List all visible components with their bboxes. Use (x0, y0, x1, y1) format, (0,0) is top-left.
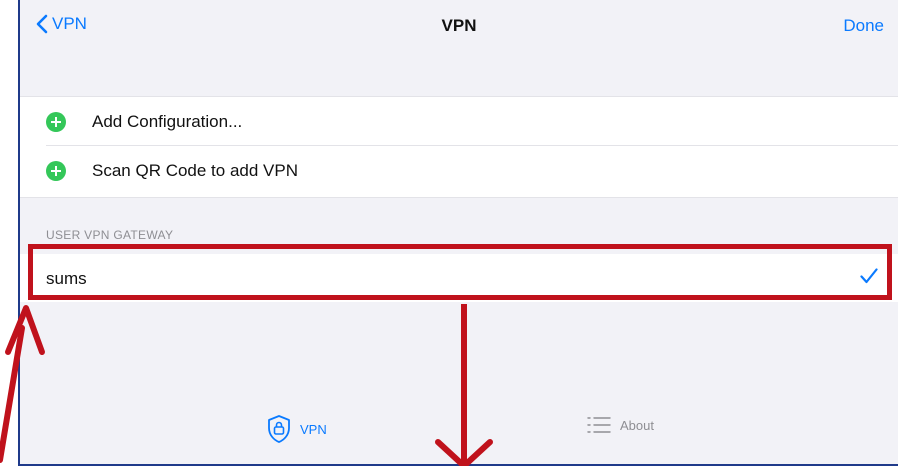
done-button[interactable]: Done (843, 16, 884, 36)
add-vpn-options: Add Configuration... Scan QR Code to add… (20, 96, 898, 198)
add-configuration-label: Add Configuration... (92, 111, 243, 131)
list-icon (587, 417, 611, 433)
add-icon (46, 160, 66, 181)
scan-qr-code-label: Scan QR Code to add VPN (92, 160, 299, 180)
tab-vpn-label: VPN (300, 421, 327, 437)
gateway-label: sums (46, 269, 87, 288)
tab-vpn[interactable]: VPN (266, 414, 327, 444)
checkmark-icon (860, 268, 878, 284)
gateway-row[interactable]: sums (20, 254, 898, 302)
tab-bar: VPN About (20, 394, 898, 464)
add-configuration-row[interactable]: Add Configuration... (20, 97, 898, 146)
tab-about-label: About (620, 417, 654, 433)
vpn-settings-screen: VPN VPN Done Add Configuration... Scan Q… (18, 0, 898, 466)
page-title: VPN (441, 16, 477, 35)
navigation-bar: VPN VPN Done (20, 0, 898, 52)
scan-qr-code-row[interactable]: Scan QR Code to add VPN (20, 145, 898, 195)
shield-lock-icon (268, 415, 290, 443)
gateway-section-header: USER VPN GATEWAY (46, 228, 174, 242)
tab-about[interactable]: About (586, 414, 654, 436)
add-icon (46, 111, 66, 132)
